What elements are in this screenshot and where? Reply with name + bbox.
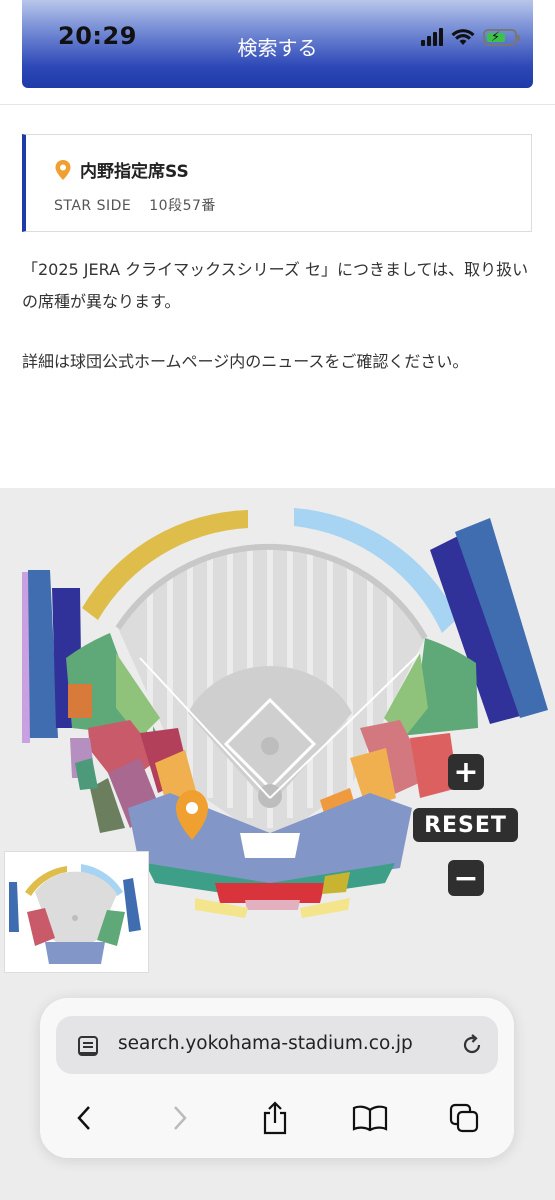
location-pin-icon (55, 159, 71, 180)
seat-location: STAR SIDE 10段57番 (54, 195, 216, 215)
tabs-icon[interactable] (444, 1100, 484, 1136)
minimap[interactable] (4, 851, 149, 973)
seat-position: 10段57番 (149, 198, 216, 214)
notice-text: 「2025 JERA クライマックスシリーズ セ」につきましては、取り扱いの席種… (22, 260, 529, 311)
wifi-icon (451, 29, 475, 45)
seat-side: STAR SIDE (54, 198, 132, 214)
notice-detail-text: 詳細は球団公式ホームページ内のニュースをご確認ください。 (22, 352, 469, 371)
battery-icon: ⚡ (483, 28, 520, 46)
bookmarks-icon[interactable] (350, 1100, 390, 1136)
stand-left-teal (75, 758, 98, 790)
seat-title: 内野指定席SS (54, 157, 189, 182)
status-icons: ⚡ (421, 26, 520, 48)
forward-icon[interactable] (160, 1100, 200, 1136)
zoom-out-button[interactable]: − (448, 860, 484, 896)
back-icon[interactable] (64, 1100, 104, 1136)
url-text[interactable]: search.yokohama-stadium.co.jp (118, 1033, 413, 1054)
stand-left-orange (68, 684, 92, 718)
page-icon[interactable] (76, 1034, 100, 1058)
address-bar[interactable]: search.yokohama-stadium.co.jp (56, 1016, 498, 1074)
seat-name: 内野指定席SS (80, 162, 189, 182)
browser-toolbar: search.yokohama-stadium.co.jp (40, 998, 514, 1158)
divider (0, 104, 555, 105)
seat-info-card: 内野指定席SS STAR SIDE 10段57番 (22, 134, 532, 232)
stand-backnet-pink (245, 900, 300, 910)
zoom-in-button[interactable]: + (448, 754, 484, 790)
stand-backnet-white (240, 833, 300, 858)
pitcher-mound (261, 737, 279, 755)
reload-icon[interactable] (460, 1033, 484, 1057)
reset-button[interactable]: RESET (413, 808, 518, 842)
signal-icon (421, 28, 443, 46)
header-bar: 20:29 検索する ⚡ (22, 0, 533, 88)
share-icon[interactable] (255, 1100, 295, 1136)
